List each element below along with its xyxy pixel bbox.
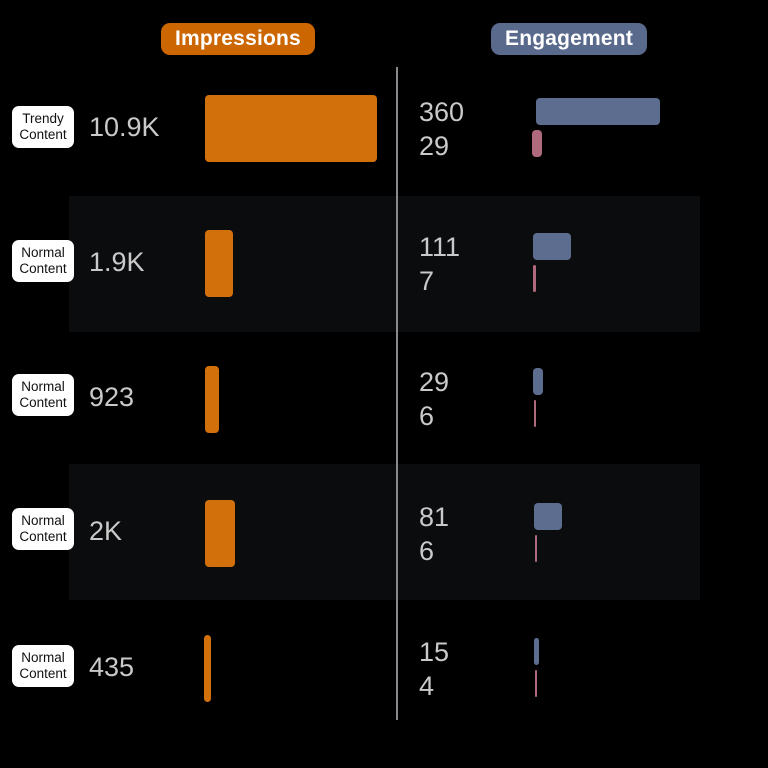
row-label-line2: Content (19, 127, 67, 142)
chart-canvas: Impressions Engagement Trendy Content 10… (0, 0, 768, 768)
impressions-bar[interactable] (205, 500, 235, 567)
row-label-line1: Normal (21, 650, 65, 665)
impressions-bar[interactable] (205, 95, 377, 162)
column-header-impressions-label: Impressions (175, 27, 301, 50)
engagement-primary-bar[interactable] (533, 368, 543, 395)
engagement-secondary-bar[interactable] (535, 670, 537, 697)
impressions-value: 1.9K (89, 247, 145, 277)
engagement-primary-value: 360 (419, 97, 465, 127)
row-label[interactable]: Normal Content (12, 645, 74, 687)
engagement-primary-bar[interactable] (534, 638, 539, 665)
row-label-line2: Content (19, 529, 67, 544)
column-header-impressions[interactable]: Impressions (161, 23, 315, 55)
engagement-secondary-value: 29 (419, 131, 450, 161)
engagement-primary-value: 29 (419, 367, 450, 397)
impressions-value: 10.9K (89, 112, 160, 142)
column-header-engagement[interactable]: Engagement (491, 23, 648, 55)
impressions-value: 923 (89, 382, 135, 412)
engagement-secondary-bar[interactable] (534, 400, 536, 427)
panel-divider (396, 67, 398, 720)
row-label-line1: Normal (21, 379, 65, 394)
row-band-2 (69, 196, 700, 332)
engagement-secondary-value: 7 (419, 266, 435, 296)
row-label-line1: Normal (21, 513, 65, 528)
row-label[interactable]: Normal Content (12, 508, 74, 550)
engagement-primary-bar[interactable] (534, 503, 562, 530)
engagement-primary-value: 15 (419, 637, 450, 667)
impressions-bar[interactable] (205, 366, 219, 433)
impressions-value: 2K (89, 516, 123, 546)
impressions-value: 435 (89, 652, 135, 682)
engagement-primary-value: 81 (419, 502, 450, 532)
engagement-secondary-value: 6 (419, 536, 435, 566)
impressions-bar[interactable] (205, 230, 233, 297)
engagement-secondary-value: 6 (419, 401, 435, 431)
engagement-secondary-bar[interactable] (532, 130, 542, 157)
engagement-secondary-bar[interactable] (535, 535, 537, 562)
engagement-primary-bar[interactable] (533, 233, 571, 260)
row-label[interactable]: Normal Content (12, 240, 74, 282)
row-label-line1: Trendy (22, 111, 64, 126)
row-label[interactable]: Normal Content (12, 374, 74, 416)
row-label-line1: Normal (21, 245, 65, 260)
column-header-engagement-label: Engagement (505, 27, 634, 50)
row-band-4 (69, 464, 700, 600)
row-label[interactable]: Trendy Content (12, 106, 74, 148)
impressions-bar[interactable] (204, 635, 211, 702)
row-label-line2: Content (19, 666, 67, 681)
engagement-primary-bar[interactable] (536, 98, 660, 125)
engagement-secondary-bar[interactable] (533, 265, 536, 292)
engagement-secondary-value: 4 (419, 671, 435, 701)
row-label-line2: Content (19, 395, 67, 410)
row-label-line2: Content (19, 261, 67, 276)
engagement-primary-value: 111 (419, 232, 461, 262)
